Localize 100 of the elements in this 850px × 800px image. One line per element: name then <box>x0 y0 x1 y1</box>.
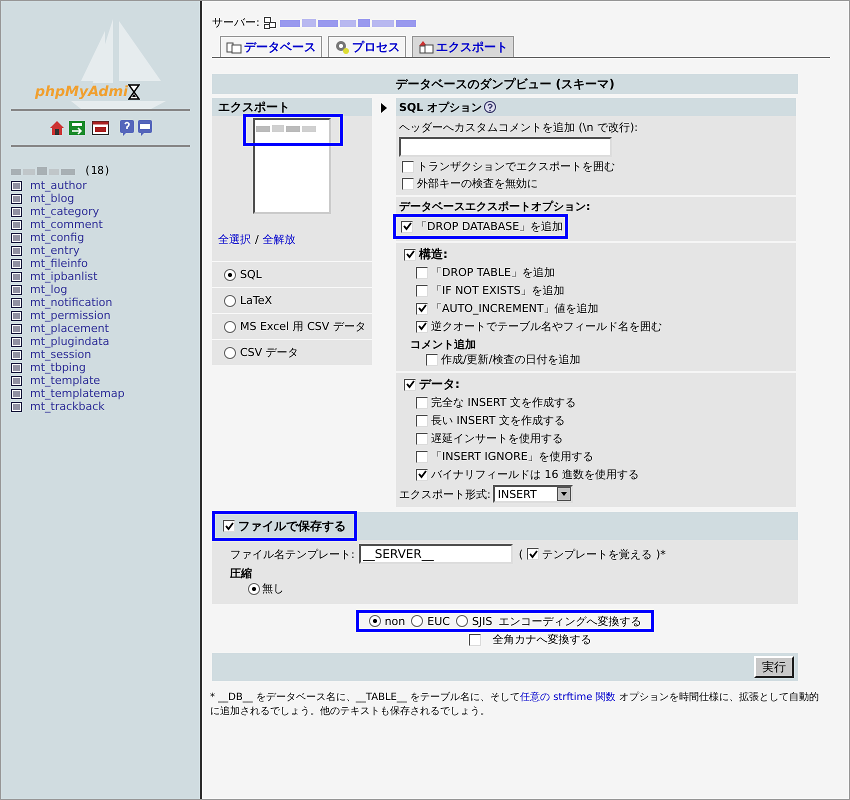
checkbox-label: テンプレートを覚える <box>542 546 652 562</box>
table-icon <box>11 272 22 282</box>
radio-button[interactable] <box>456 615 468 627</box>
radio-label: 無し <box>262 581 284 596</box>
checkbox[interactable] <box>404 378 416 390</box>
checkbox[interactable] <box>468 634 480 646</box>
checkbox[interactable] <box>401 220 413 232</box>
database-listbox[interactable] <box>253 118 331 214</box>
table-icon <box>11 402 22 412</box>
radio-label: EUC <box>427 614 450 628</box>
checkbox-label: データ: <box>419 377 460 392</box>
checkbox-label: 「INSERT IGNORE」を使用する <box>431 449 594 464</box>
radio-button[interactable] <box>224 294 236 306</box>
table-link[interactable]: mt_permission <box>30 310 111 321</box>
table-icon <box>11 362 22 372</box>
checkbox[interactable] <box>402 178 414 190</box>
checkbox[interactable] <box>426 354 438 366</box>
subheading: データベースエクスポートオプション: <box>399 199 592 214</box>
checkbox[interactable] <box>527 548 540 560</box>
comment-input-field[interactable] <box>399 137 612 157</box>
table-link[interactable]: mt_plugindata <box>30 336 110 347</box>
blurred-database-name-drawing <box>11 166 76 174</box>
checkbox[interactable] <box>416 396 428 408</box>
tab[interactable]: データベース <box>220 36 322 57</box>
table-icon <box>11 284 22 294</box>
checkbox[interactable] <box>416 302 428 314</box>
table-link[interactable]: mt_blog <box>30 193 74 204</box>
logo-text: phpMyAdmi <box>35 83 128 101</box>
table-link[interactable]: mt_log <box>30 284 68 295</box>
table-link[interactable]: mt_trackback <box>30 401 105 412</box>
table-link[interactable]: mt_author <box>30 180 87 191</box>
sql-help-icon <box>138 120 152 136</box>
checkbox-label: 作成/更新/検査の日付を追加 <box>441 352 580 367</box>
deselect-all-link[interactable]: 全解放 <box>262 232 296 247</box>
strftime-link[interactable]: 任意の strftime 関数 <box>520 692 616 703</box>
checkbox[interactable] <box>416 450 428 462</box>
field-label: ヘッダーへカスタムコメントを追加 (\n で改行): <box>399 120 639 135</box>
checkbox-label: 全角カナへ変換する <box>492 632 592 647</box>
checkbox[interactable] <box>416 320 428 332</box>
checkbox-label: トランザクションでエクスポートを囲む <box>417 159 615 174</box>
field-label: ファイル名テンプレート: <box>230 546 355 562</box>
table-icon <box>11 180 22 190</box>
checkbox-label: 外部キーの検査を無効に <box>417 176 538 191</box>
checkbox[interactable] <box>402 160 414 172</box>
table-icon <box>11 324 22 334</box>
export-format-dropdown[interactable]: INSERT <box>492 485 573 503</box>
radio-button[interactable] <box>368 615 381 627</box>
footnote-text: * __DB__ をデータベース名に、__TABLE__ をテーブル名に、そして任意の strftime 関数 オプションを時間仕様に、拡張として自動的に追加されるでしょう。他のテキストも保存されるでしょう。 <box>210 691 820 719</box>
table-icon <box>11 206 22 216</box>
checkbox-label: 長い INSERT 文を作成する <box>431 413 565 428</box>
table-icon <box>11 220 22 230</box>
tab[interactable]: エクスポート <box>412 36 514 57</box>
radio-button[interactable] <box>224 346 236 358</box>
table-icon <box>11 388 22 398</box>
server-icon <box>264 16 276 28</box>
radio-button[interactable] <box>224 320 236 332</box>
checkbox[interactable] <box>404 248 416 260</box>
checkbox[interactable] <box>416 266 428 278</box>
radio-label: LaTeX <box>240 293 272 308</box>
table-count: (18) <box>84 163 110 178</box>
checkbox[interactable] <box>223 520 235 532</box>
filename-input-field[interactable]: __SERVER__ <box>358 544 513 564</box>
table-link[interactable]: mt_templatemap <box>30 388 125 399</box>
tab[interactable]: プロセス <box>328 36 406 57</box>
checkbox[interactable] <box>416 414 428 426</box>
radio-button[interactable] <box>224 268 236 280</box>
table-link[interactable]: mt_entry <box>30 245 80 256</box>
table-icon <box>11 232 22 242</box>
home-icon <box>49 120 65 136</box>
section-title: データベースのダンプビュー (スキーマ) <box>212 74 798 94</box>
table-link[interactable]: mt_config <box>30 232 84 243</box>
checkbox-label: 逆クオートでテーブル名やフィールド名を囲む <box>431 319 662 334</box>
checkbox[interactable] <box>416 432 428 444</box>
triangle-icon <box>381 103 387 113</box>
hourglass-icon <box>128 84 140 100</box>
table-link[interactable]: mt_notification <box>30 297 112 308</box>
table-link[interactable]: mt_fileinfo <box>30 258 88 269</box>
checkbox-label: 「IF NOT EXISTS」を追加 <box>431 283 565 298</box>
select-all-link[interactable]: 全選択 <box>218 232 251 247</box>
table-link[interactable]: mt_session <box>30 349 92 360</box>
table-icon <box>11 336 22 346</box>
gears-icon <box>334 39 350 55</box>
checkbox[interactable] <box>416 284 428 296</box>
table-link[interactable]: mt_comment <box>30 219 103 230</box>
table-link[interactable]: mt_ipbanlist <box>30 271 98 282</box>
radio-button[interactable] <box>248 582 260 594</box>
table-link[interactable]: mt_category <box>30 206 100 217</box>
field-label: エクスポート形式: <box>399 486 491 502</box>
table-link[interactable]: mt_placement <box>30 323 109 334</box>
table-link[interactable]: mt_tbping <box>30 362 86 373</box>
link-separator: / <box>255 232 259 247</box>
checkbox-label: ファイルで保存する <box>238 518 346 534</box>
checkbox-label: 「DROP TABLE」を追加 <box>431 265 555 280</box>
table-icon <box>11 376 22 386</box>
table-link[interactable]: mt_template <box>30 375 100 386</box>
radio-button[interactable] <box>411 615 424 627</box>
checkbox[interactable] <box>416 468 428 480</box>
subheading: コメント追加 <box>409 337 477 352</box>
submit-button[interactable]: 実行 <box>754 656 794 678</box>
radio-label: CSV データ <box>240 345 299 360</box>
